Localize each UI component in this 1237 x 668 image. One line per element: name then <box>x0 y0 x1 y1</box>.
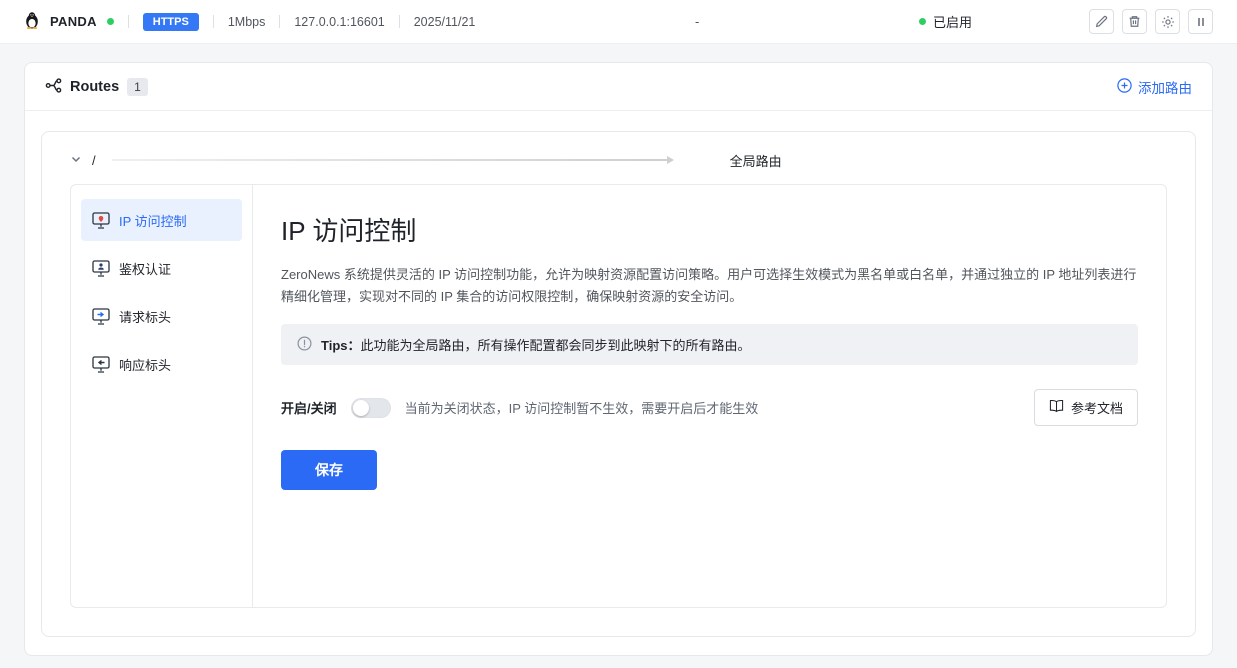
route-arrow <box>111 156 674 164</box>
tips-banner: Tips：此功能为全局路由，所有操作配置都会同步到此映射下的所有路由。 <box>281 324 1138 365</box>
sidebar-item-label: IP 访问控制 <box>119 213 187 229</box>
sidebar-item-ip-access-control[interactable]: IP 访问控制 <box>81 199 242 241</box>
brand-status-dot <box>106 18 114 25</box>
panel-title: IP 访问控制 <box>281 216 417 246</box>
routes-panel: Routes 1 添加路由 / 全局路由 IP 访问控制 鉴权认证 请求标头 响… <box>24 62 1213 656</box>
routes-icon <box>45 77 62 97</box>
route-detail-panel: IP 访问控制 鉴权认证 请求标头 响应标头 IP 访问控制 ZeroNews … <box>70 184 1167 608</box>
sidebar-item-label: 鉴权认证 <box>119 261 172 277</box>
brand-name: PANDA <box>50 14 97 29</box>
edit-button[interactable] <box>1089 9 1114 34</box>
sidebar-item-auth[interactable]: 鉴权认证 <box>81 247 242 289</box>
reference-doc-label: 参考文档 <box>1070 401 1123 416</box>
status-and-actions: 已启用 <box>918 9 1213 34</box>
auth-icon <box>92 259 110 277</box>
sidebar-item-response-headers[interactable]: 响应标头 <box>81 343 242 385</box>
toggle-knob <box>352 399 369 416</box>
save-button[interactable]: 保存 <box>281 450 377 490</box>
top-bar: PANDA HTTPS 1Mbps 127.0.0.1:16601 2025/1… <box>0 0 1237 44</box>
divider <box>127 15 129 28</box>
divider <box>398 15 400 28</box>
routes-title: Routes <box>70 78 120 95</box>
request-headers-icon <box>92 307 110 325</box>
tips-text: Tips：此功能为全局路由，所有操作配置都会同步到此映射下的所有路由。 <box>321 338 751 353</box>
protocol-badge: HTTPS <box>142 12 199 31</box>
plus-circle-icon <box>1117 77 1132 96</box>
listen-address: 127.0.0.1:16601 <box>294 14 385 29</box>
connection-info: PANDA HTTPS 1Mbps 127.0.0.1:16601 2025/1… <box>24 11 475 32</box>
routes-body: / 全局路由 IP 访问控制 鉴权认证 请求标头 响应标头 IP 访问控制 Ze… <box>25 111 1212 661</box>
center-placeholder: - <box>695 14 700 29</box>
enable-toggle-row: 开启/关闭 当前为关闭状态，IP 访问控制暂不生效，需要开启后才能生效 参考文档 <box>281 389 1138 426</box>
date-value: 2025/11/21 <box>413 14 476 29</box>
info-icon <box>297 335 312 354</box>
sidebar-item-request-headers[interactable]: 请求标头 <box>81 295 242 337</box>
book-icon <box>1049 399 1064 416</box>
route-name: 全局路由 <box>729 153 782 169</box>
enabled-status-label: 已启用 <box>932 15 972 30</box>
panel-description: ZeroNews 系统提供灵活的 IP 访问控制功能，允许为映射资源配置访问策略… <box>281 267 1137 304</box>
toggle-hint: 当前为关闭状态，IP 访问控制暂不生效，需要开启后才能生效 <box>404 401 759 416</box>
route-path: / <box>92 152 96 168</box>
toggle-label: 开启/关闭 <box>281 401 337 416</box>
ip-access-content: IP 访问控制 ZeroNews 系统提供灵活的 IP 访问控制功能，允许为映射… <box>253 185 1166 607</box>
response-headers-icon <box>92 355 110 373</box>
route-head: / 全局路由 <box>70 136 1167 184</box>
enable-toggle[interactable] <box>350 397 391 418</box>
sidebar-item-label: 响应标头 <box>119 357 172 373</box>
settings-gear-button[interactable] <box>1155 9 1180 34</box>
routes-header: Routes 1 添加路由 <box>25 63 1212 111</box>
pause-button[interactable] <box>1188 9 1213 34</box>
ip-access-icon <box>92 211 110 229</box>
routes-count-badge: 1 <box>127 77 148 96</box>
sidebar-item-label: 请求标头 <box>119 309 172 325</box>
add-route-label: 添加路由 <box>1138 80 1192 96</box>
enabled-status-dot <box>918 18 926 25</box>
chevron-down-icon[interactable] <box>70 153 82 168</box>
tunnel-action-buttons <box>1089 9 1213 34</box>
divider <box>279 15 281 28</box>
delete-button[interactable] <box>1122 9 1147 34</box>
add-route-button[interactable]: 添加路由 <box>1117 77 1192 97</box>
reference-doc-button[interactable]: 参考文档 <box>1033 389 1138 426</box>
route-side-menu: IP 访问控制 鉴权认证 请求标头 响应标头 <box>71 185 253 607</box>
route-card: / 全局路由 IP 访问控制 鉴权认证 请求标头 响应标头 IP 访问控制 Ze… <box>41 131 1196 637</box>
bandwidth-value: 1Mbps <box>227 14 266 29</box>
divider <box>212 15 214 28</box>
linux-penguin-icon <box>24 11 40 32</box>
